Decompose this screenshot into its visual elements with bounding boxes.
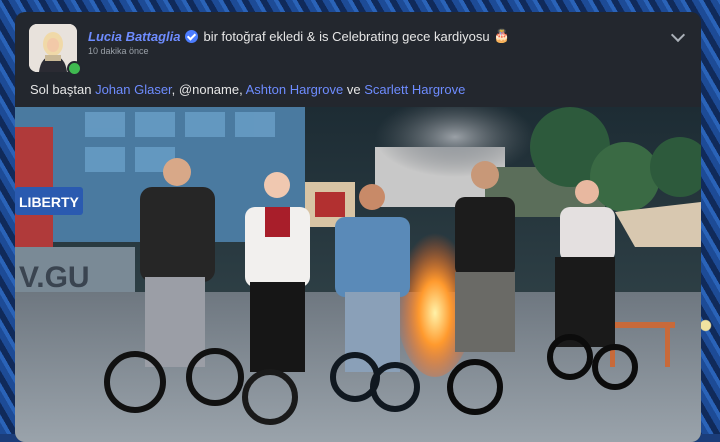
tagged-user-johan[interactable]: Johan Glaser [95, 82, 172, 97]
post-action-text: bir fotoğraf ekledi & is Celebrating gec… [203, 28, 490, 44]
caption-prefix: Sol baştan [30, 82, 92, 97]
author-name[interactable]: Lucia Battaglia [88, 29, 180, 44]
birthday-cake-icon: 🎂 [493, 28, 510, 43]
online-status-dot [67, 61, 82, 76]
verified-badge-icon [185, 29, 199, 43]
caption-separator: , [239, 82, 243, 97]
tagged-user-ashton[interactable]: Ashton Hargrove [246, 82, 344, 97]
caption-mention: @noname [178, 82, 240, 97]
chevron-down-icon[interactable] [670, 27, 686, 43]
post-timestamp[interactable]: 10 dakika önce [88, 46, 149, 56]
caption-separator: , [171, 82, 176, 97]
post-caption: Sol baştan Johan Glaser, @noname, Ashton… [30, 82, 465, 97]
wall-text: V.GU [19, 261, 90, 294]
post-photo[interactable]: LIBERTY V.GU [15, 107, 701, 442]
liberty-sign: LIBERTY [19, 194, 80, 210]
caption-conjunction: ve [346, 82, 361, 97]
feed-post-card: Lucia Battaglia bir fotoğraf ekledi & is… [15, 12, 701, 442]
post-header: Lucia Battaglia bir fotoğraf ekledi & is… [88, 28, 510, 44]
tagged-user-scarlett[interactable]: Scarlett Hargrove [364, 82, 465, 97]
